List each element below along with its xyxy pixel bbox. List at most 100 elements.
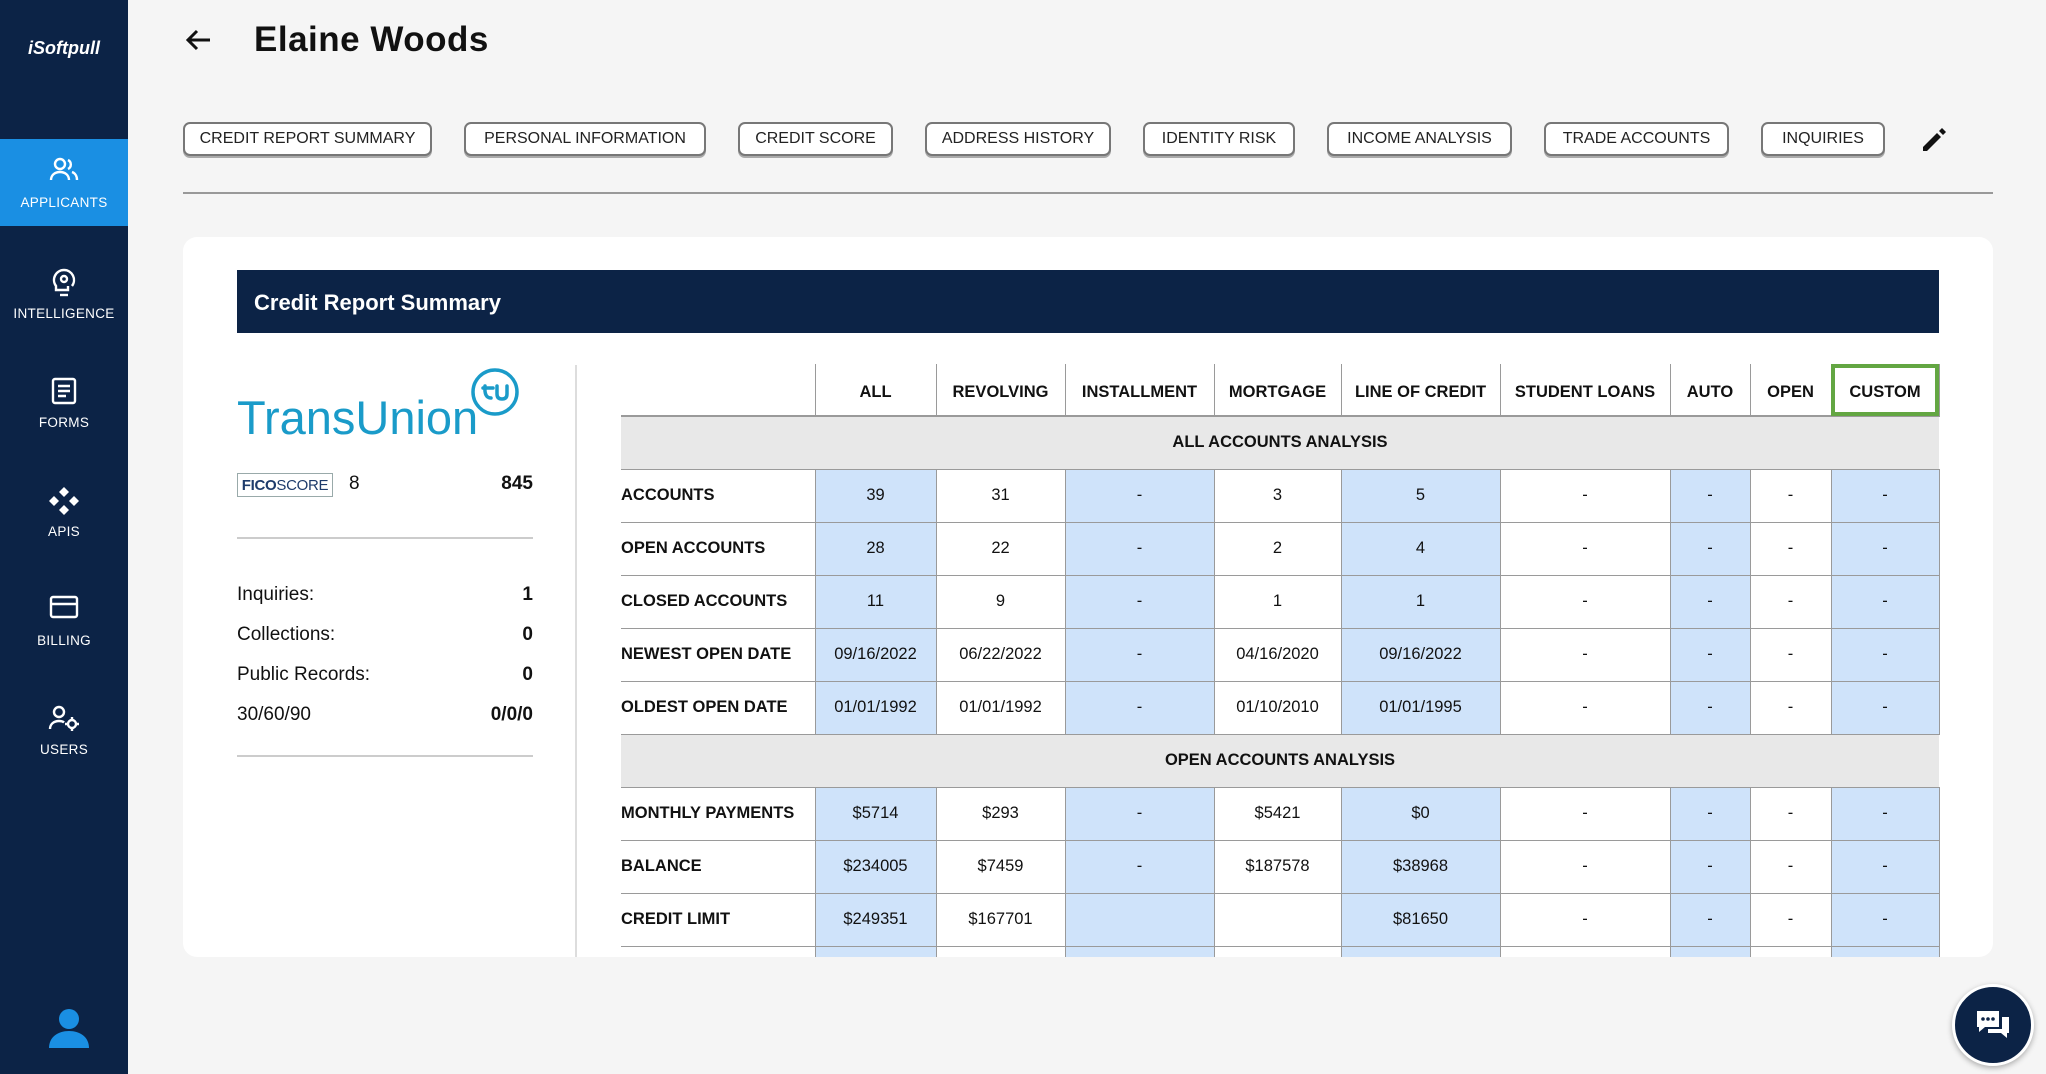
tab-credit-score[interactable]: CREDIT SCORE — [738, 122, 893, 156]
tab-inquiries[interactable]: INQUIRIES — [1761, 122, 1885, 156]
table-cell — [1214, 893, 1342, 947]
row-label: CLOSED ACCOUNTS — [621, 575, 816, 629]
chat-button[interactable] — [1952, 984, 2034, 1066]
row-label — [621, 946, 816, 957]
sidebar-item-billing[interactable]: BILLING — [0, 577, 128, 664]
table-row: CLOSED ACCOUNTS 11 9-1 1- - - - — [621, 575, 1940, 629]
table-cell: $5714 — [815, 787, 937, 841]
tab-income-analysis[interactable]: INCOME ANALYSIS — [1327, 122, 1512, 156]
column-header-mortgage[interactable]: MORTGAGE — [1214, 364, 1342, 417]
table-cell: 5 — [1341, 469, 1501, 523]
column-header-custom[interactable]: CUSTOM — [1831, 364, 1940, 417]
transunion-wordmark: TransUnion — [237, 391, 478, 444]
user-avatar[interactable] — [48, 1008, 90, 1053]
fico-badge: FICO SCORE — [237, 473, 333, 497]
accounts-analysis-table: ALL REVOLVING INSTALLMENT MORTGAGE LINE … — [621, 364, 1940, 957]
table-cell: 28 — [815, 522, 937, 576]
table-cell: 01/01/1995 — [1341, 681, 1501, 735]
sidebar-item-label: APPLICANTS — [20, 195, 108, 210]
divider — [237, 755, 533, 757]
back-button[interactable] — [184, 28, 212, 57]
tab-identity-risk[interactable]: IDENTITY RISK — [1143, 122, 1295, 156]
table-cell: 09/16/2022 — [1341, 628, 1501, 682]
tab-credit-report-summary[interactable]: CREDIT REPORT SUMMARY — [183, 122, 432, 156]
table-cell: 1 — [1341, 575, 1501, 629]
table-cell: - — [1065, 787, 1215, 841]
fico-badge-fico: FICO — [241, 476, 277, 494]
table-cell: - — [1500, 840, 1671, 894]
stat-value: 1 — [522, 584, 533, 605]
table-cell: - — [1831, 522, 1940, 576]
table-cell: - — [1750, 893, 1832, 947]
table-cell — [1065, 893, 1215, 947]
column-header-line-of-credit[interactable]: LINE OF CREDIT — [1341, 364, 1501, 417]
brain-icon — [52, 268, 76, 297]
users-icon — [49, 157, 79, 181]
table-cell — [1214, 946, 1342, 957]
table-cell: - — [1670, 522, 1751, 576]
table-cell: 01/10/2010 — [1214, 681, 1342, 735]
table-cell: - — [1831, 469, 1940, 523]
table-row: ACCOUNTS 39 31-3 5- - - - — [621, 469, 1940, 523]
row-label: OLDEST OPEN DATE — [621, 681, 816, 735]
table-cell: $5421 — [1214, 787, 1342, 841]
column-header-auto[interactable]: AUTO — [1670, 364, 1751, 417]
column-header-all[interactable]: ALL — [815, 364, 937, 417]
column-header-student-loans[interactable]: STUDENT LOANS — [1500, 364, 1671, 417]
stat-label: 30/60/90 — [237, 704, 311, 725]
section-header-row: ALL ACCOUNTS ANALYSIS — [621, 416, 1939, 470]
table-cell: - — [1500, 893, 1671, 947]
tab-trade-accounts[interactable]: TRADE ACCOUNTS — [1544, 122, 1729, 156]
sidebar-item-apis[interactable]: APIS — [0, 468, 128, 555]
table-cell: 09/16/2022 — [815, 628, 937, 682]
table-cell: - — [1065, 840, 1215, 894]
column-header-open[interactable]: OPEN — [1750, 364, 1832, 417]
edit-tabs-button[interactable] — [1920, 126, 1948, 159]
table-cell: - — [1670, 893, 1751, 947]
tab-address-history[interactable]: ADDRESS HISTORY — [925, 122, 1111, 156]
stat-30-60-90: 30/60/90 0/0/0 — [237, 704, 533, 730]
table-cell: $7459 — [936, 840, 1066, 894]
table-cell: $249351 — [815, 893, 937, 947]
table-cell: - — [1065, 628, 1215, 682]
sidebar-item-label: APIS — [48, 524, 80, 539]
table-cell: - — [1750, 522, 1832, 576]
table-cell: 9 — [936, 575, 1066, 629]
brand-logo[interactable]: iSoftpull — [0, 38, 128, 59]
table-cell: $38968 — [1341, 840, 1501, 894]
table-cell: $187578 — [1214, 840, 1342, 894]
sidebar-item-users[interactable]: USERS — [0, 686, 128, 773]
sidebar-item-forms[interactable]: FORMS — [0, 359, 128, 446]
stat-label: Public Records: — [237, 664, 371, 685]
table-cell: - — [1750, 840, 1832, 894]
tab-personal-information[interactable]: PERSONAL INFORMATION — [464, 122, 706, 156]
pencil-icon — [1923, 128, 1946, 151]
table-row — [621, 946, 1940, 957]
table-cell: - — [1831, 787, 1940, 841]
sidebar-item-intelligence[interactable]: INTELLIGENCE — [0, 250, 128, 337]
header-divider — [183, 192, 1993, 194]
table-cell: 39 — [815, 469, 937, 523]
table-cell: 4 — [1341, 522, 1501, 576]
table-row: CREDIT LIMIT $249351 $167701 $81650- - - - — [621, 893, 1940, 947]
table-cell: 1 — [1214, 575, 1342, 629]
table-cell: 2 — [1214, 522, 1342, 576]
table-cell: - — [1750, 575, 1832, 629]
fico-score-row: FICO SCORE 8 845 — [237, 473, 533, 497]
column-header-installment[interactable]: INSTALLMENT — [1065, 364, 1215, 417]
row-label: NEWEST OPEN DATE — [621, 628, 816, 682]
table-cell: - — [1750, 681, 1832, 735]
table-cell — [1831, 946, 1940, 957]
table-cell: $81650 — [1341, 893, 1501, 947]
fico-score-value: 845 — [501, 473, 533, 494]
column-header-revolving[interactable]: REVOLVING — [936, 364, 1066, 417]
table-cell — [815, 946, 937, 957]
document-icon — [51, 377, 77, 405]
sidebar-item-applicants[interactable]: APPLICANTS — [0, 139, 128, 226]
section-title: OPEN ACCOUNTS ANALYSIS — [621, 734, 1939, 788]
table-cell: - — [1500, 681, 1671, 735]
api-icon — [49, 487, 79, 515]
table-cell: - — [1500, 575, 1671, 629]
table-cell: - — [1831, 575, 1940, 629]
sidebar-item-label: USERS — [39, 742, 88, 757]
